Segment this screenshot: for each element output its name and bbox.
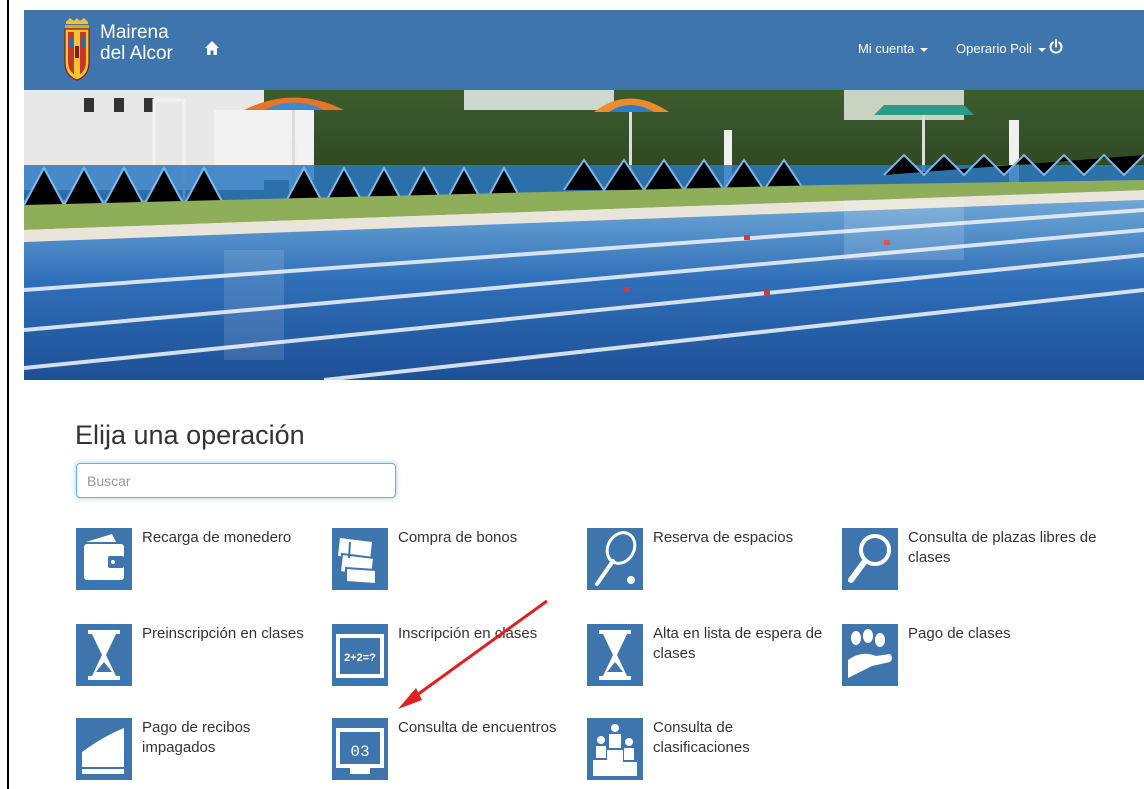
- page-title: Elija una operación: [75, 420, 305, 450]
- op-pago-clases[interactable]: Pago de clases: [842, 624, 1102, 686]
- account-menu-label: Mi cuenta: [858, 41, 915, 56]
- op-consulta-clasificaciones[interactable]: Consulta de clasificaciones: [587, 718, 847, 780]
- scoreboard-icon: 03: [332, 718, 388, 780]
- tickets-icon: [332, 528, 388, 590]
- pool-banner-image: [24, 90, 1144, 380]
- account-menu[interactable]: Mi cuenta: [858, 41, 929, 56]
- op-label: Pago de clases: [908, 625, 1011, 642]
- power-icon[interactable]: [1048, 39, 1064, 55]
- caret-down-icon: [920, 47, 929, 52]
- op-lista-espera[interactable]: Alta en lista de espera de clases: [587, 624, 847, 686]
- op-preinscripcion[interactable]: Preinscripción en clases: [76, 624, 336, 686]
- op-label: Reserva de espacios: [653, 529, 794, 546]
- scoreboard-digits: 03: [350, 743, 369, 761]
- op-pago-recibos[interactable]: Pago de recibos impagados: [76, 718, 336, 780]
- blackboard-icon: 2+2=?: [332, 624, 388, 686]
- search-input[interactable]: [76, 463, 396, 498]
- brand-line-2: del Alcor: [100, 43, 173, 64]
- app-window: Mairena del Alcor Mi cuenta Operario Pol…: [24, 10, 1144, 789]
- page-border-line: [7, 0, 9, 789]
- user-menu-label: Operario Poli: [956, 41, 1032, 56]
- op-recarga-monedero[interactable]: Recarga de monedero: [76, 528, 336, 590]
- coat-of-arms-icon[interactable]: [62, 18, 92, 82]
- op-inscripcion[interactable]: 2+2=? Inscripción en clases: [332, 624, 592, 686]
- op-label: Alta en lista de espera de clases: [653, 625, 823, 662]
- op-label: Pago de recibos impagados: [142, 719, 251, 756]
- receipt-icon: [76, 718, 132, 780]
- op-label: Inscripción en clases: [398, 625, 538, 642]
- home-icon[interactable]: [204, 40, 220, 56]
- op-label: Preinscripción en clases: [142, 625, 304, 642]
- op-label: Consulta de clasificaciones: [653, 719, 750, 756]
- op-reserva-espacios[interactable]: Reserva de espacios: [587, 528, 847, 590]
- op-compra-bonos[interactable]: Compra de bonos: [332, 528, 592, 590]
- hourglass-icon: [76, 624, 132, 686]
- wallet-icon: [76, 528, 132, 590]
- op-consulta-encuentros[interactable]: 03 Consulta de encuentros: [332, 718, 592, 780]
- op-label: Consulta de plazas libres de clases: [908, 529, 1097, 566]
- top-navbar: Mairena del Alcor Mi cuenta Operario Pol…: [24, 10, 1144, 90]
- coins-hand-icon: [842, 624, 898, 686]
- user-menu[interactable]: Operario Poli: [956, 41, 1046, 56]
- podium-icon: [587, 718, 643, 780]
- blackboard-text: 2+2=?: [344, 652, 376, 664]
- brand-name[interactable]: Mairena del Alcor: [100, 22, 173, 64]
- tennis-racket-icon: [587, 528, 643, 590]
- brand-line-1: Mairena: [100, 22, 169, 43]
- hourglass-icon: [587, 624, 643, 686]
- op-label: Compra de bonos: [398, 529, 518, 546]
- op-label: Recarga de monedero: [142, 529, 292, 546]
- caret-down-icon: [1037, 47, 1046, 52]
- op-label: Consulta de encuentros: [398, 719, 557, 736]
- op-consulta-plazas[interactable]: Consulta de plazas libres de clases: [842, 528, 1102, 590]
- magnifier-icon: [842, 528, 898, 590]
